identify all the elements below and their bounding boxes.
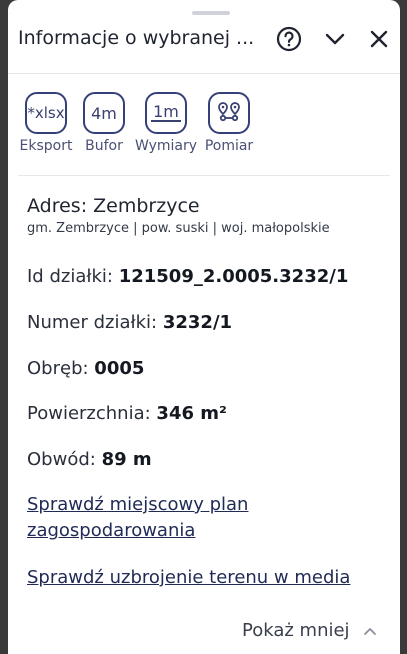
chevron-down-icon <box>325 33 345 45</box>
info-panel: Informacje o wybranej ... *xlsx Eksport <box>8 0 400 654</box>
area-row: Powierzchnia: 346 m² <box>27 403 227 424</box>
collapse-button[interactable] <box>320 24 350 54</box>
panel-title: Informacje o wybranej ... <box>18 27 255 49</box>
tool-label-dimensions: Wymiary <box>134 138 198 154</box>
close-button[interactable] <box>364 24 394 54</box>
help-button[interactable] <box>274 24 304 54</box>
tool-bar: *xlsx Eksport 4m Bufor 1m Wymiary Pomiar <box>8 92 400 162</box>
area-value: 346 m² <box>156 403 227 424</box>
show-less-button[interactable]: Pokaż mniej <box>242 620 378 641</box>
parcel-number-row: Numer działki: 3232/1 <box>27 312 232 333</box>
drag-handle[interactable] <box>192 11 230 15</box>
perimeter-row: Obwód: 89 m <box>27 449 152 470</box>
parcel-id-value: 121509_2.0005.3232/1 <box>118 266 349 287</box>
dimensions-button[interactable]: 1m Wymiary <box>132 92 200 154</box>
precinct-row: Obręb: 0005 <box>27 358 144 379</box>
area-label: Powierzchnia: <box>27 403 151 424</box>
parcel-id-row: Id działki: 121509_2.0005.3232/1 <box>27 266 348 287</box>
parcel-id-label: Id działki: <box>27 266 113 287</box>
export-icon: *xlsx <box>25 92 67 134</box>
show-less-label: Pokaż mniej <box>242 620 350 641</box>
parcel-number-label: Numer działki: <box>27 312 158 333</box>
measure-button[interactable]: Pomiar <box>195 92 263 154</box>
buffer-icon: 4m <box>83 92 125 134</box>
perimeter-value: 89 m <box>101 449 152 470</box>
location-pins-icon <box>208 92 250 134</box>
address-subtitle: gm. Zembrzyce | pow. suski | woj. małopo… <box>27 221 330 236</box>
parcel-number-value: 3232/1 <box>162 312 233 333</box>
header-divider <box>8 73 400 74</box>
utilities-link[interactable]: Sprawdź uzbrojenie terenu w media <box>27 565 387 591</box>
close-icon <box>370 30 388 48</box>
dimensions-icon: 1m <box>145 92 187 134</box>
buffer-button[interactable]: 4m Bufor <box>70 92 138 154</box>
tool-label-buffer: Bufor <box>85 138 123 154</box>
address-title: Adres: Zembrzyce <box>27 195 200 217</box>
chevron-up-icon <box>363 627 376 635</box>
precinct-value: 0005 <box>94 358 145 379</box>
precinct-label: Obręb: <box>27 358 89 379</box>
tools-divider <box>18 175 390 176</box>
tool-label-measure: Pomiar <box>204 138 254 154</box>
panel-header: Informacje o wybranej ... <box>8 24 400 54</box>
zoning-plan-link[interactable]: Sprawdź miejscowy plan zagospodarowania <box>27 492 387 544</box>
help-circle-icon <box>276 26 302 52</box>
perimeter-label: Obwód: <box>27 449 96 470</box>
